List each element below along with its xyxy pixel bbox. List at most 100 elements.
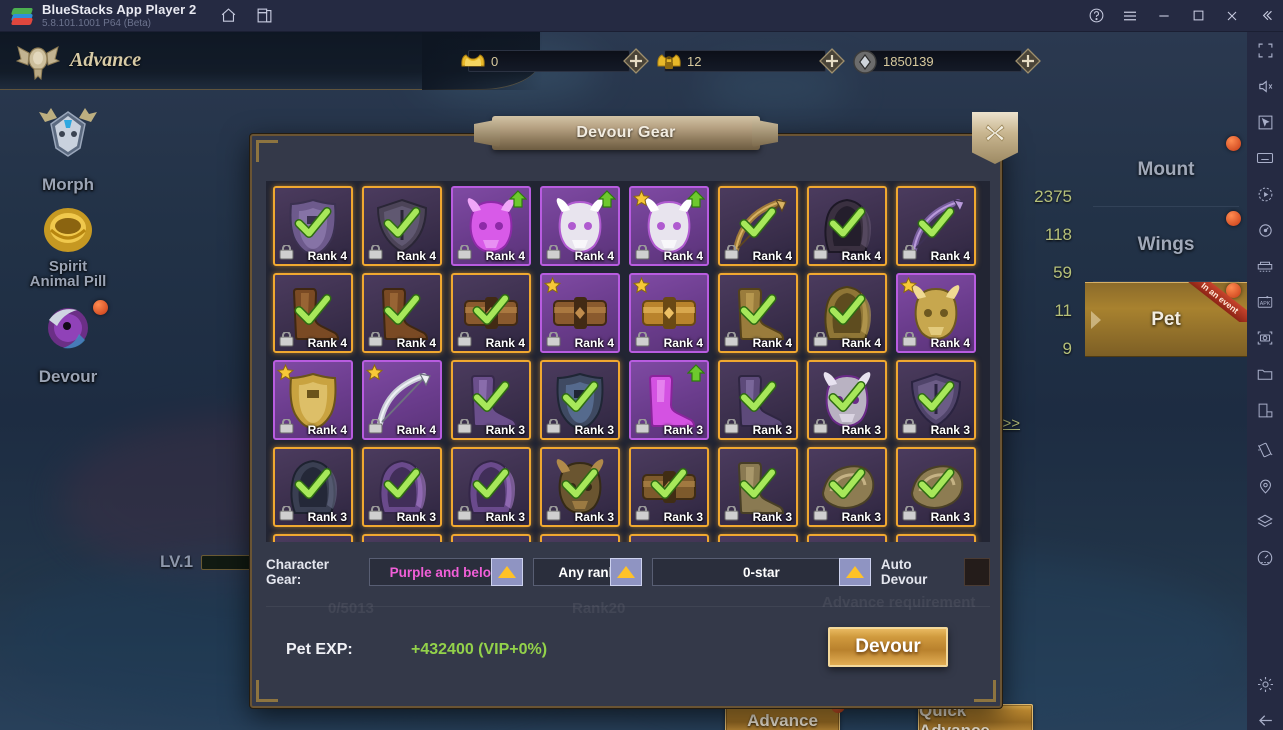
copy-window-icon[interactable] — [1247, 392, 1283, 428]
gear-cell[interactable]: Rank 4 — [269, 270, 358, 357]
gear-slot[interactable]: Rank 3 — [451, 360, 531, 440]
gear-cell[interactable]: Rank 4 — [803, 183, 892, 270]
gear-slot[interactable]: Rank 3 — [718, 360, 798, 440]
gear-slot[interactable]: Rank 4 — [718, 186, 798, 266]
gear-cell[interactable]: Rank 3 — [625, 357, 714, 444]
gear-slot[interactable]: Rank 3 — [273, 447, 353, 527]
gear-slot[interactable]: Rank 4 — [629, 186, 709, 266]
gear-cell[interactable]: Rank 3 — [447, 444, 536, 531]
install-apk-icon[interactable]: APK — [1247, 284, 1283, 320]
gear-slot[interactable]: Rank 4 — [273, 273, 353, 353]
mute-icon[interactable] — [1247, 68, 1283, 104]
gear-cell[interactable]: Rank 4 — [536, 270, 625, 357]
layers-icon[interactable] — [1247, 504, 1283, 540]
gear-slot[interactable]: Rank 3 — [362, 447, 442, 527]
sidebar-item-morph[interactable]: Morph — [14, 102, 122, 194]
gear-slot[interactable]: Rank 4 — [896, 186, 976, 266]
gear-slot[interactable]: Rank 3 — [629, 360, 709, 440]
gear-cell[interactable]: Rank 3 — [358, 444, 447, 531]
gear-cell[interactable]: Rank 3 — [803, 444, 892, 531]
right-nav-item-wings[interactable]: Wings — [1085, 207, 1247, 282]
gear-cell[interactable]: Rank 4 — [269, 357, 358, 444]
rotate-icon[interactable] — [1247, 212, 1283, 248]
add-locked-gold-button[interactable] — [818, 47, 846, 75]
gear-slot[interactable]: Rank 4 — [273, 360, 353, 440]
add-diamond-button[interactable] — [1014, 47, 1042, 75]
chevron-up-icon[interactable] — [490, 558, 523, 586]
gear-slot[interactable] — [540, 534, 620, 542]
gear-slot[interactable] — [362, 534, 442, 542]
gear-cell[interactable] — [714, 531, 803, 542]
gear-slot[interactable]: Rank 4 — [896, 273, 976, 353]
folder-icon[interactable] — [1247, 356, 1283, 392]
gear-slot[interactable] — [273, 534, 353, 542]
help-icon[interactable] — [1079, 0, 1113, 32]
meter-icon[interactable] — [1247, 540, 1283, 576]
right-nav-item-pet[interactable]: Pet In an event — [1085, 282, 1247, 357]
gear-slot[interactable]: Rank 4 — [362, 186, 442, 266]
gear-cell[interactable]: Rank 4 — [447, 270, 536, 357]
gear-cell[interactable]: Rank 4 — [625, 270, 714, 357]
gear-slot[interactable] — [629, 534, 709, 542]
gear-slot[interactable]: Rank 4 — [273, 186, 353, 266]
shake-icon[interactable] — [1247, 432, 1283, 468]
home-icon[interactable] — [218, 6, 238, 26]
gear-slot[interactable] — [451, 534, 531, 542]
gear-cell[interactable] — [625, 531, 714, 542]
gear-cell[interactable]: Rank 3 — [714, 444, 803, 531]
gear-slot[interactable]: Rank 4 — [451, 186, 531, 266]
gear-cell[interactable]: Rank 4 — [358, 357, 447, 444]
chevron-up-icon[interactable] — [610, 558, 643, 586]
keyboard-icon[interactable] — [1247, 140, 1283, 176]
gear-cell[interactable]: Rank 4 — [447, 183, 536, 270]
chevron-up-icon[interactable] — [838, 558, 871, 586]
gear-cell[interactable]: Rank 3 — [269, 444, 358, 531]
multi-instance-sync-icon[interactable] — [1247, 248, 1283, 284]
gear-cell[interactable] — [803, 531, 892, 542]
gear-cell[interactable]: Rank 4 — [714, 183, 803, 270]
sidebar-item-spirit-animal-pill[interactable]: Spirit Animal Pill — [14, 198, 122, 290]
gear-cell[interactable]: Rank 4 — [536, 183, 625, 270]
gear-slot[interactable] — [807, 534, 887, 542]
gear-cell[interactable]: Rank 3 — [536, 444, 625, 531]
gear-slot[interactable]: Rank 3 — [807, 360, 887, 440]
devour-button[interactable]: Devour — [828, 627, 948, 667]
right-nav-item-mount[interactable]: Mount — [1085, 132, 1247, 207]
gear-slot[interactable]: Rank 4 — [540, 186, 620, 266]
gear-cell[interactable]: Rank 3 — [892, 357, 981, 444]
quality-filter-dropdown[interactable]: Purple and below — [368, 558, 523, 586]
minimize-icon[interactable] — [1147, 0, 1181, 32]
gear-cell[interactable] — [358, 531, 447, 542]
gear-grid-container[interactable]: Rank 4 Rank 4 Rank 4 Rank 4 Rank 4 Rank … — [266, 181, 990, 542]
pointer-icon[interactable] — [1247, 104, 1283, 140]
macro-play-icon[interactable] — [1247, 176, 1283, 212]
gear-slot[interactable]: Rank 3 — [540, 447, 620, 527]
maximize-icon[interactable] — [1181, 0, 1215, 32]
gear-slot[interactable]: Rank 3 — [718, 447, 798, 527]
gear-slot[interactable]: Rank 4 — [362, 273, 442, 353]
collapse-icon[interactable] — [1249, 0, 1283, 32]
multi-instance-icon[interactable] — [254, 6, 274, 26]
gear-icon[interactable] — [1247, 666, 1283, 702]
gear-slot[interactable] — [718, 534, 798, 542]
gear-slot[interactable]: Rank 3 — [807, 447, 887, 527]
gear-cell[interactable]: Rank 3 — [714, 357, 803, 444]
gear-slot[interactable]: Rank 4 — [540, 273, 620, 353]
gear-slot[interactable]: Rank 3 — [451, 447, 531, 527]
gear-cell[interactable] — [269, 531, 358, 542]
gear-slot[interactable]: Rank 4 — [807, 186, 887, 266]
gear-cell[interactable]: Rank 4 — [358, 183, 447, 270]
auto-devour-checkbox[interactable] — [963, 558, 991, 586]
gear-slot[interactable]: Rank 4 — [718, 273, 798, 353]
gear-slot[interactable]: Rank 4 — [362, 360, 442, 440]
gear-slot[interactable]: Rank 4 — [451, 273, 531, 353]
gear-slot[interactable]: Rank 3 — [896, 447, 976, 527]
close-icon[interactable] — [1215, 0, 1249, 32]
gear-cell[interactable]: Rank 4 — [803, 270, 892, 357]
back-icon[interactable] — [1247, 702, 1283, 730]
gear-cell[interactable]: Rank 3 — [803, 357, 892, 444]
location-icon[interactable] — [1247, 468, 1283, 504]
gear-cell[interactable] — [892, 531, 981, 542]
gear-cell[interactable]: Rank 4 — [625, 183, 714, 270]
gear-slot[interactable]: Rank 4 — [629, 273, 709, 353]
